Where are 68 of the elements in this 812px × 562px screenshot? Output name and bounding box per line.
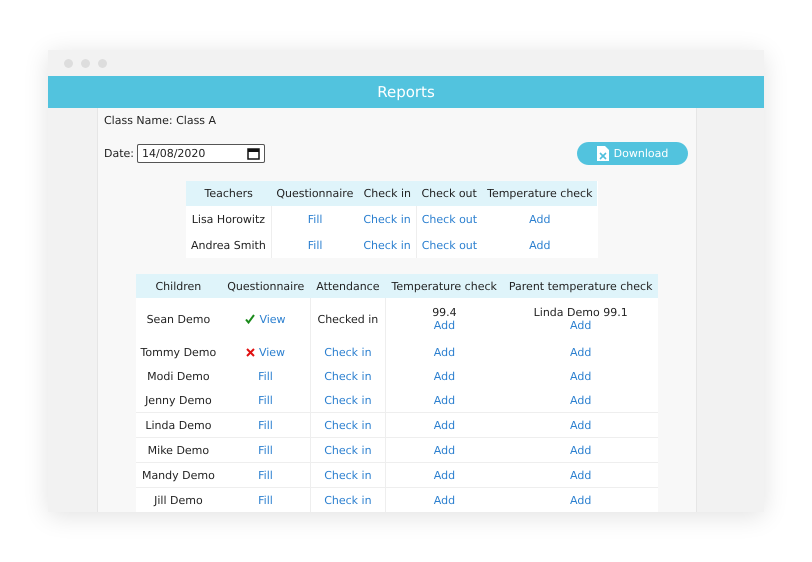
column-header: Questionnaire [221,274,310,298]
check-in-link[interactable]: Check in [324,370,372,382]
table-cell: Sean Demo [136,298,222,340]
add-link[interactable]: Add [570,494,592,506]
check-in-link[interactable]: Check in [363,212,411,226]
window-title: Reports [377,83,435,101]
column-header: Temperature check [386,274,503,298]
view-link[interactable]: View [258,346,286,358]
column-header: Check in [358,181,416,206]
fill-link[interactable]: Fill [308,212,322,226]
class-name: Class Name: Class A [104,114,216,127]
temperature-reading: Linda Demo 99.1 [532,306,629,319]
column-header: Children [136,274,222,298]
table-cell: Linda Demo [136,412,222,438]
column-header: Questionnaire [271,181,358,206]
check-in-link[interactable]: Check in [324,468,372,482]
add-link[interactable]: Add [570,468,592,482]
check-in-link[interactable]: Check in [324,346,372,358]
column-header: Check out [416,181,482,206]
add-link[interactable]: Add [434,346,456,358]
add-link[interactable]: Add [529,238,550,252]
check-in-link[interactable]: Check in [324,418,372,432]
fill-link[interactable]: Fill [308,238,322,252]
temperature-reading: 99.4 [431,306,458,319]
add-link[interactable]: Add [570,418,592,432]
fill-link[interactable]: Fill [258,370,273,382]
check-in-link[interactable]: Check in [363,238,411,252]
spreadsheet-file-icon [596,146,609,161]
table-cell: Mandy Demo [136,462,222,488]
fill-link[interactable]: Fill [258,394,273,406]
view-link[interactable]: View [259,312,286,326]
column-header: Attendance [310,274,386,298]
table-cell: Lisa Horowitz [186,206,272,232]
add-link[interactable]: Add [434,319,456,332]
add-link[interactable]: Add [570,394,592,406]
add-link[interactable]: Add [570,346,592,358]
table-cell: Modi Demo [136,364,222,388]
calendar-icon[interactable] [247,147,260,160]
add-link[interactable]: Add [434,494,456,506]
add-link[interactable]: Add [570,444,592,456]
attendance-status: Checked in [318,312,378,326]
check-in-link[interactable]: Check in [324,394,372,406]
table-cell: Andrea Smith [186,232,272,258]
check-in-link[interactable]: Check in [324,494,372,506]
add-link[interactable]: Add [434,370,456,382]
add-link[interactable]: Add [570,319,592,332]
add-link[interactable]: Add [434,468,456,482]
add-link[interactable]: Add [434,394,456,406]
add-link[interactable]: Add [434,418,456,432]
fill-link[interactable]: Fill [258,444,273,456]
check-in-link[interactable]: Check in [324,444,372,456]
add-link[interactable]: Add [434,444,456,456]
column-header: Temperature check [482,181,598,206]
table-cell: Jill Demo [136,488,222,512]
column-header: Parent temperature check [502,274,658,298]
date-field[interactable]: 14/08/2020 [137,144,265,163]
check-out-link[interactable]: Check out [422,212,478,226]
table-cell: Mike Demo [136,438,222,462]
fill-link[interactable]: Fill [258,494,273,506]
add-link[interactable]: Add [529,212,550,226]
date-label: Date: [104,147,134,160]
table-cell: Tommy Demo [136,340,222,364]
check-out-link[interactable]: Check out [422,238,478,252]
column-header: Teachers [186,181,272,206]
table-cell: Jenny Demo [136,388,222,412]
fill-link[interactable]: Fill [258,418,273,432]
add-link[interactable]: Add [570,370,592,382]
fill-link[interactable]: Fill [258,468,273,482]
